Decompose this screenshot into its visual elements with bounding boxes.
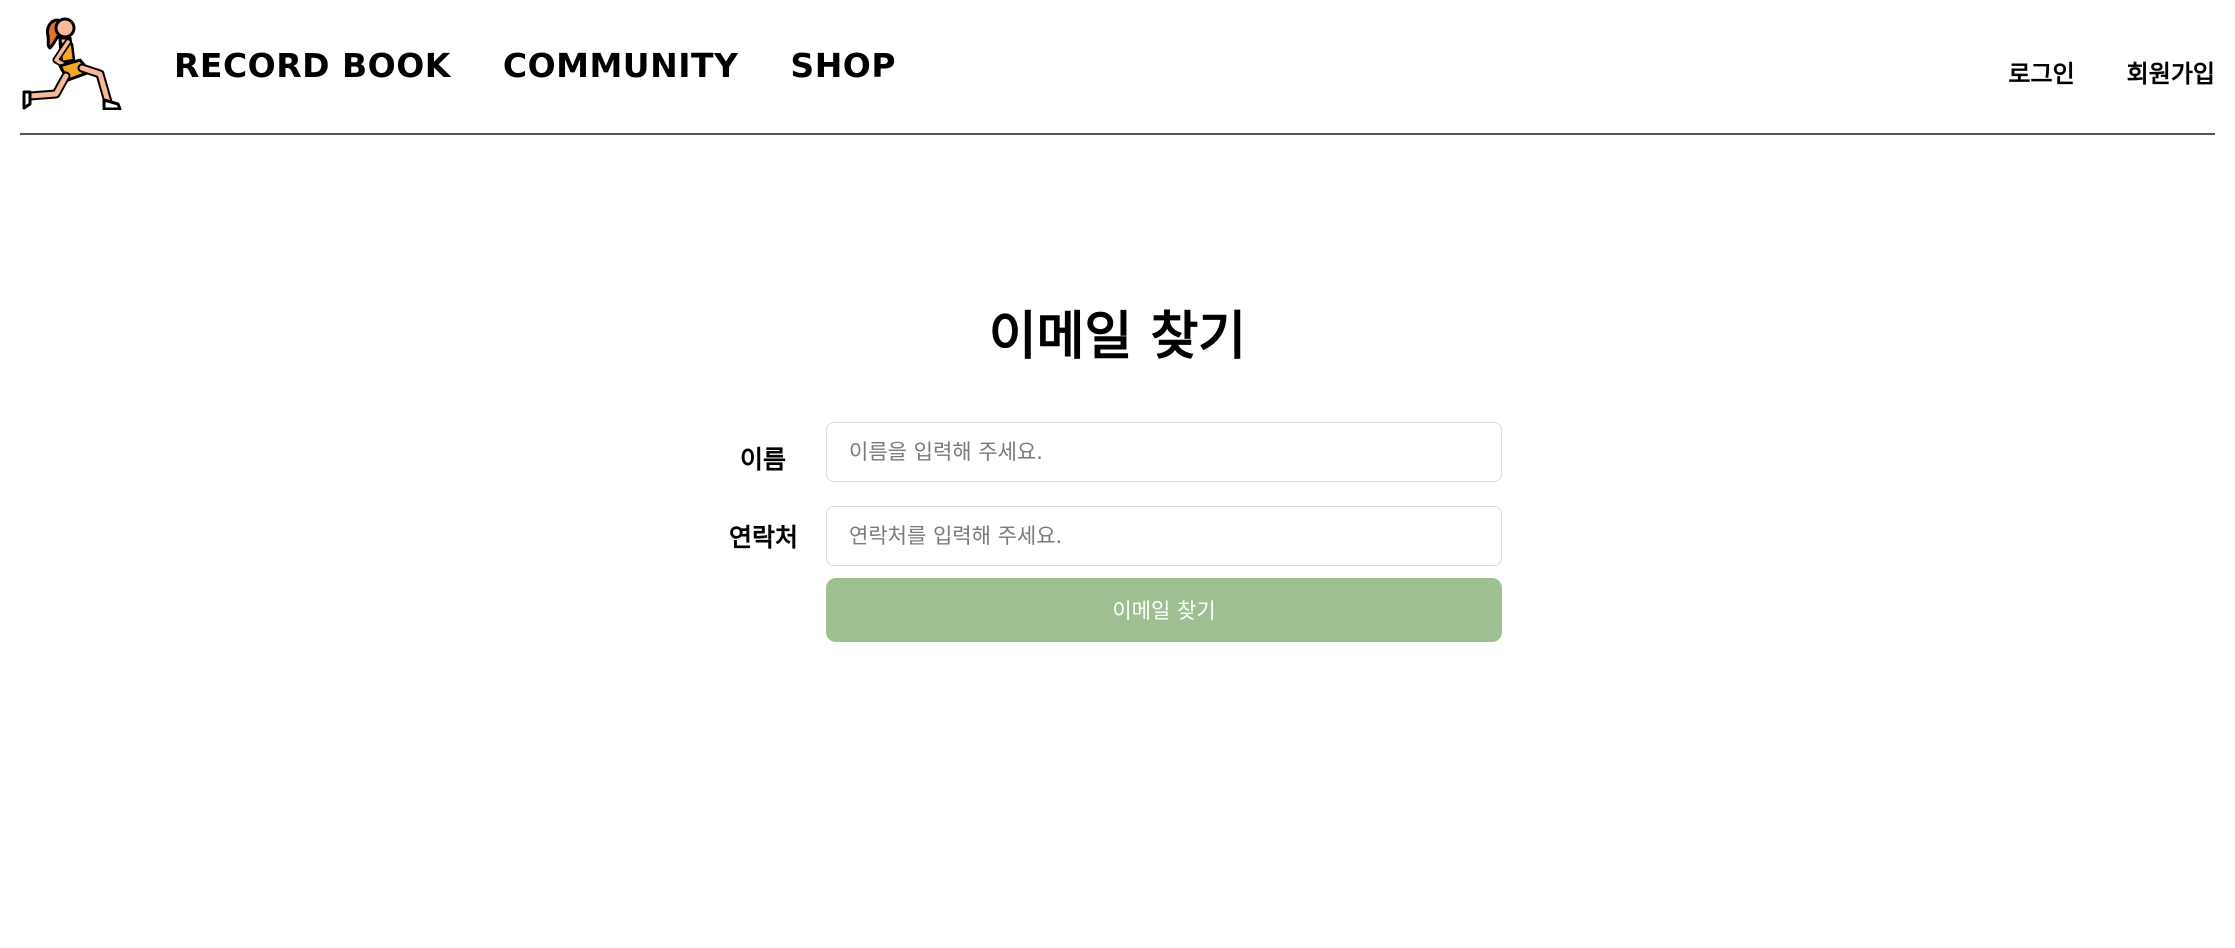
site-header: RECORD BOOK COMMUNITY SHOP 로그인 회원가입 <box>20 0 2215 135</box>
name-input[interactable] <box>826 422 1502 482</box>
name-label: 이름 <box>740 445 787 474</box>
phone-label: 연락처 <box>729 523 799 552</box>
main-nav: RECORD BOOK COMMUNITY SHOP <box>174 46 896 85</box>
page-title: 이메일 찾기 <box>988 307 1247 367</box>
phone-input[interactable] <box>826 506 1502 566</box>
auth-links: 로그인 회원가입 <box>2008 54 2215 89</box>
nav-shop[interactable]: SHOP <box>790 46 896 85</box>
nav-community[interactable]: COMMUNITY <box>503 46 739 85</box>
nav-record-book[interactable]: RECORD BOOK <box>174 46 451 85</box>
find-email-button[interactable]: 이메일 찾기 <box>826 578 1502 642</box>
login-link[interactable]: 로그인 <box>2008 54 2074 89</box>
lunging-runner-icon[interactable] <box>20 14 124 111</box>
signup-link[interactable]: 회원가입 <box>2127 54 2215 89</box>
